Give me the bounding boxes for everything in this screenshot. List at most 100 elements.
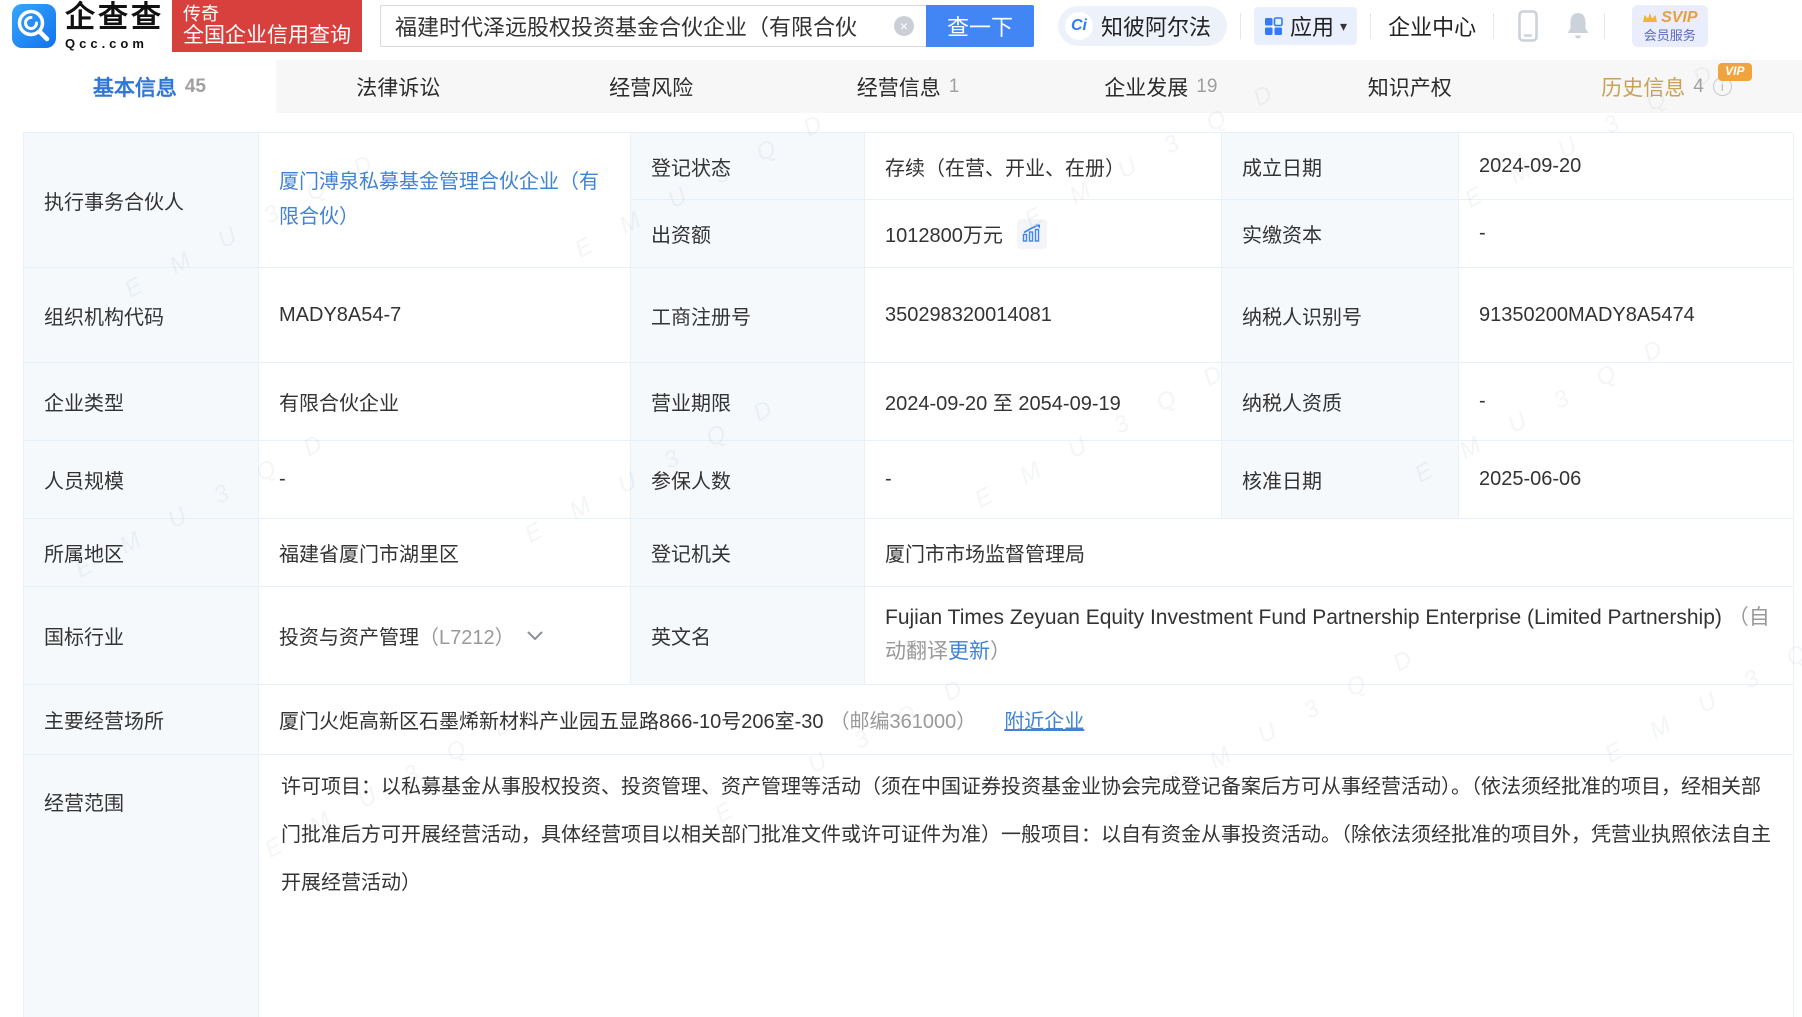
table-row: 所属地区 福建省厦门市湖里区 登记机关 厦门市市场监督管理局: [24, 519, 1793, 587]
label-cell: 国标行业: [24, 587, 259, 685]
field-value: 1012800万元: [885, 219, 1003, 248]
field-label: 成立日期: [1242, 152, 1322, 181]
field-label: 登记机关: [651, 538, 731, 567]
contribution-chart-button[interactable]: [1017, 219, 1047, 249]
zhibei-alpha-label: 知彼阿尔法: [1101, 10, 1211, 42]
field-label: 实缴资本: [1242, 219, 1322, 248]
table-row: 国标行业 投资与资产管理 （L7212） 英文名 Fujian Times Ze…: [24, 587, 1793, 685]
enterprise-center-link[interactable]: 企业中心: [1388, 10, 1476, 42]
value-cell: -: [1459, 200, 1794, 268]
tab-history-info[interactable]: VIP 历史信息 4 i: [1540, 60, 1793, 113]
value-cell: 存续（在营、开业、在册）: [865, 133, 1222, 200]
field-label: 营业期限: [651, 387, 731, 416]
zhibei-alpha-entry[interactable]: Ci 知彼阿尔法: [1058, 6, 1227, 46]
search-button[interactable]: 查一下: [926, 5, 1034, 47]
apps-menu-button[interactable]: 应用 ▾: [1254, 7, 1357, 45]
expand-chevron-icon[interactable]: [527, 631, 543, 641]
brand-name: 企查查: [65, 3, 164, 33]
tab-intellectual-property[interactable]: 知识产权: [1287, 60, 1540, 113]
business-scope-value: 许可项目：以私募基金从事股权投资、投资管理、资产管理等活动（须在中国证券投资基金…: [281, 776, 1771, 894]
field-label: 企业类型: [44, 387, 124, 416]
field-value: -: [279, 468, 286, 491]
field-value: -: [1479, 390, 1486, 413]
tab-basic-info[interactable]: 基本信息 45: [23, 60, 276, 113]
industry-value: 投资与资产管理: [279, 621, 419, 650]
section-tabbar: 基本信息 45 法律诉讼 经营风险 经营信息 1 企业发展 19 知识产权 VI…: [0, 60, 1802, 113]
field-value: 2025-06-06: [1479, 468, 1581, 491]
field-label: 主要经营场所: [44, 705, 164, 734]
apps-grid-icon: [1264, 17, 1283, 36]
brand-domain: Qcc.com: [65, 37, 164, 50]
qcc-logo[interactable]: 企查查 Qcc.com: [12, 3, 164, 50]
nearby-companies-link[interactable]: 附近企业: [1004, 705, 1084, 734]
field-value: 2024-09-20: [1479, 155, 1581, 178]
table-row: 人员规模 - 参保人数 - 核准日期 2025-06-06: [24, 441, 1793, 519]
auto-translate-note-close: ）: [990, 640, 1011, 663]
field-label: 参保人数: [651, 465, 731, 494]
mobile-app-icon[interactable]: [1517, 10, 1539, 42]
executive-partner-link[interactable]: 厦门溥泉私募基金管理合伙企业（有限合伙）: [279, 165, 610, 235]
address-value: 厦门火炬高新区石墨烯新材料产业园五显路866-10号206室-30: [279, 705, 824, 734]
update-translation-link[interactable]: 更新: [948, 640, 990, 663]
notifications-bell-icon[interactable]: [1565, 11, 1591, 41]
svip-member-button[interactable]: SVIP 会员服务: [1632, 5, 1707, 47]
bar-chart-icon: [1022, 224, 1041, 243]
field-value: 厦门市市场监督管理局: [885, 538, 1085, 567]
field-label: 组织机构代码: [44, 301, 164, 330]
field-value: 350298320014081: [885, 304, 1052, 327]
field-label: 纳税人资质: [1242, 387, 1342, 416]
value-cell: 厦门火炬高新区石墨烯新材料产业园五显路866-10号206室-30 （邮编361…: [259, 685, 1794, 755]
value-cell: 1012800万元: [865, 200, 1222, 268]
value-cell: 厦门溥泉私募基金管理合伙企业（有限合伙）: [259, 133, 631, 268]
tab-enterprise-development[interactable]: 企业发展 19: [1034, 60, 1287, 113]
zhibei-alpha-icon: Ci: [1065, 12, 1093, 40]
field-label: 登记状态: [651, 152, 731, 181]
field-value: 91350200MADY8A5474: [1479, 304, 1695, 327]
value-cell: -: [259, 441, 631, 519]
label-cell: 企业类型: [24, 363, 259, 441]
header-divider: [1604, 13, 1605, 39]
value-cell: 厦门市市场监督管理局: [865, 519, 1794, 587]
tab-business-info[interactable]: 经营信息 1: [782, 60, 1035, 113]
clear-search-icon[interactable]: ×: [894, 16, 914, 36]
label-cell: 出资额: [631, 200, 865, 268]
qcc-logo-text: 企查查 Qcc.com: [65, 3, 164, 50]
label-cell: 登记机关: [631, 519, 865, 587]
field-value: 2024-09-20 至 2054-09-19: [885, 387, 1121, 416]
field-label: 执行事务合伙人: [44, 186, 184, 215]
postal-code: （邮编361000）: [830, 705, 977, 734]
chevron-down-icon: ▾: [1340, 18, 1347, 35]
search-input[interactable]: [380, 5, 926, 47]
slogan-line2: 全国企业信用查询: [183, 24, 351, 48]
search-bar: × 查一下: [380, 5, 1034, 47]
value-cell: -: [865, 441, 1222, 519]
label-cell: 人员规模: [24, 441, 259, 519]
field-label: 所属地区: [44, 538, 124, 567]
label-cell: 工商注册号: [631, 268, 865, 363]
label-cell: 组织机构代码: [24, 268, 259, 363]
header-divider: [1240, 13, 1241, 39]
vip-badge: VIP: [1718, 63, 1751, 81]
field-label: 经营范围: [44, 787, 124, 816]
value-cell: 许可项目：以私募基金从事股权投资、投资管理、资产管理等活动（须在中国证券投资基金…: [259, 755, 1794, 1017]
field-value: 福建省厦门市湖里区: [279, 538, 459, 567]
crown-icon: [1642, 12, 1658, 23]
label-cell: 实缴资本: [1222, 200, 1459, 268]
field-value: -: [1479, 222, 1486, 245]
label-cell: 执行事务合伙人: [24, 133, 259, 268]
field-label: 核准日期: [1242, 465, 1322, 494]
label-cell: 所属地区: [24, 519, 259, 587]
label-cell: 登记状态: [631, 133, 865, 200]
top-header: 企查查 Qcc.com 传奇 全国企业信用查询 × 查一下 Ci 知彼阿尔法 应…: [0, 0, 1802, 52]
tab-operation-risk[interactable]: 经营风险: [529, 60, 782, 113]
value-cell: 福建省厦门市湖里区: [259, 519, 631, 587]
field-value: MADY8A54-7: [279, 304, 401, 327]
value-cell: MADY8A54-7: [259, 268, 631, 363]
label-cell: 营业期限: [631, 363, 865, 441]
value-cell: 有限合伙企业: [259, 363, 631, 441]
table-row: 执行事务合伙人 厦门溥泉私募基金管理合伙企业（有限合伙） 登记状态 存续（在营、…: [24, 133, 1793, 268]
tab-legal-litigation[interactable]: 法律诉讼: [276, 60, 529, 113]
slogan-badge: 传奇 全国企业信用查询: [172, 0, 362, 52]
label-cell: 参保人数: [631, 441, 865, 519]
field-label: 纳税人识别号: [1242, 301, 1362, 330]
